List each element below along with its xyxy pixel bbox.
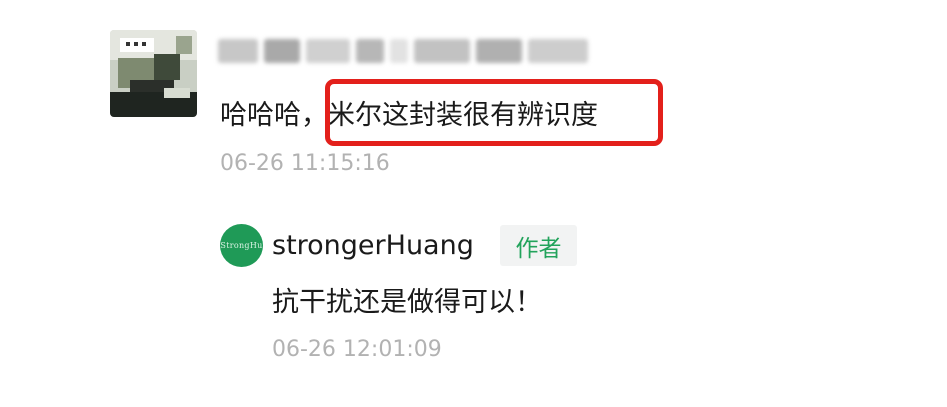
highlight-annotation-box: [325, 79, 663, 146]
comment-timestamp: 06-26 11:15:16: [220, 151, 390, 176]
reply-author-name[interactable]: strongerHuang: [272, 228, 474, 264]
reply-avatar[interactable]: StrongHu: [220, 224, 263, 267]
blurred-commenter-name: [218, 36, 603, 66]
author-badge: 作者: [500, 225, 577, 266]
reply-timestamp: 06-26 12:01:09: [272, 337, 442, 362]
commenter-avatar[interactable]: [110, 30, 197, 117]
reply-text: 抗干扰还是做得可以！: [272, 287, 542, 318]
reply-avatar-logo-text: StrongHu: [220, 241, 263, 250]
comment-prefix: 哈哈哈，: [220, 100, 328, 131]
